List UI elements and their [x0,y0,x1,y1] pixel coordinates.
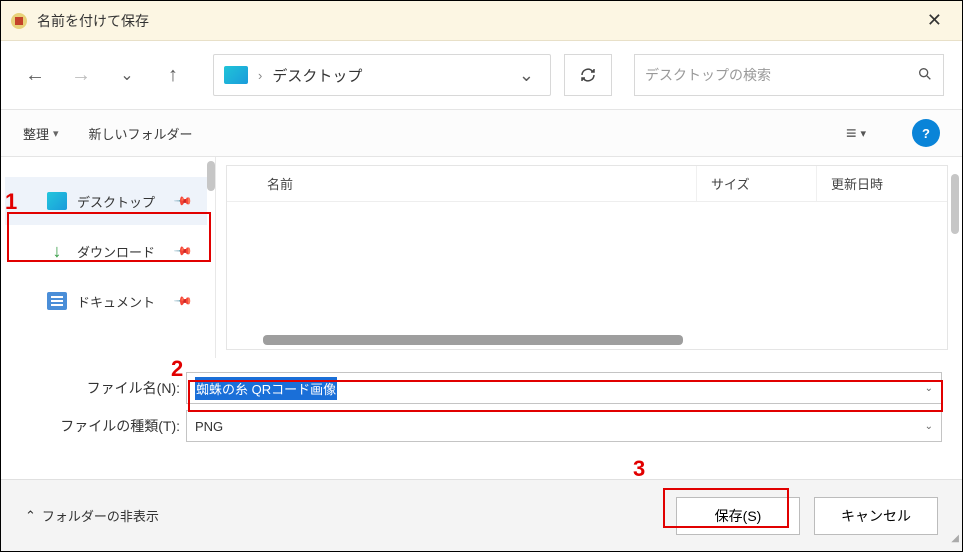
filetype-value: PNG [195,419,223,434]
main-area: デスクトップ 📌 ↓ ダウンロード 📌 ドキュメント 📌 名前 サイズ 更新日時 [1,157,962,358]
breadcrumb-location: デスクトップ [272,65,362,86]
column-name[interactable]: 名前 [227,166,697,201]
filetype-row: ファイルの種類(T): PNG ⌄ [21,410,942,442]
breadcrumb-separator: › [258,68,262,83]
new-folder-button[interactable]: 新しいフォルダー [89,124,193,143]
filelist-v-scrollbar[interactable] [951,174,959,234]
sidebar-item-label: ドキュメント [77,292,155,311]
filename-row: ファイル名(N): 蜘蛛の糸 QRコード画像 ⌄ [21,372,942,404]
breadcrumb-dropdown-icon[interactable]: ⌄ [513,65,540,86]
new-folder-label: 新しいフォルダー [89,124,193,143]
organize-button[interactable]: 整理 ▾ [23,124,59,143]
location-icon [224,66,248,84]
filename-label: ファイル名(N): [21,378,186,398]
hide-folders-button[interactable]: ⌃ フォルダーの非表示 [25,506,159,525]
download-icon: ↓ [47,242,67,260]
refresh-button[interactable] [564,54,612,96]
sidebar: デスクトップ 📌 ↓ ダウンロード 📌 ドキュメント 📌 [1,157,216,358]
pin-icon: 📌 [173,291,193,311]
organize-label: 整理 [23,124,49,143]
search-input[interactable] [645,67,917,83]
up-button[interactable]: ↑ [157,59,189,91]
column-date[interactable]: 更新日時 [817,166,947,201]
document-icon [47,292,67,310]
recent-button[interactable]: ⌄ [111,59,143,91]
help-button[interactable]: ? [912,119,940,147]
save-button[interactable]: 保存(S) [676,497,800,535]
resize-grabber[interactable]: ◢ [947,536,959,548]
search-box[interactable] [634,54,944,96]
chevron-down-icon: ▾ [53,127,59,140]
sidebar-item-downloads[interactable]: ↓ ダウンロード 📌 [5,227,207,275]
filetype-label: ファイルの種類(T): [21,416,186,436]
back-button[interactable]: ← [19,59,51,91]
filename-input[interactable]: 蜘蛛の糸 QRコード画像 ⌄ [186,372,942,404]
titlebar: 名前を付けて保存 ✕ [1,1,962,41]
search-icon[interactable] [917,66,933,85]
filetype-input[interactable]: PNG ⌄ [186,410,942,442]
breadcrumb[interactable]: › デスクトップ ⌄ [213,54,551,96]
footer: ⌃ フォルダーの非表示 保存(S) キャンセル ◢ [1,479,962,551]
app-icon [9,11,29,31]
hide-folders-label: フォルダーの非表示 [42,506,159,525]
file-list-header: 名前 サイズ 更新日時 [227,166,947,202]
close-icon[interactable]: ✕ [915,4,954,37]
sidebar-item-label: ダウンロード [77,242,155,261]
pin-icon: 📌 [173,191,193,211]
desktop-icon [47,192,67,210]
cancel-button[interactable]: キャンセル [814,497,938,535]
chevron-down-icon[interactable]: ⌄ [925,383,933,394]
window-title: 名前を付けて保存 [37,11,915,31]
pin-icon: 📌 [173,241,193,261]
filename-value: 蜘蛛の糸 QRコード画像 [195,377,337,400]
sidebar-scrollbar[interactable] [207,161,215,191]
forward-button[interactable]: → [65,59,97,91]
view-button[interactable]: ≡▾ [846,123,866,144]
sidebar-item-label: デスクトップ [77,192,155,211]
nav-row: ← → ⌄ ↑ › デスクトップ ⌄ [1,41,962,109]
chevron-up-icon: ⌃ [25,508,36,524]
column-size[interactable]: サイズ [697,166,817,201]
toolbar: 整理 ▾ 新しいフォルダー ≡▾ ? [1,109,962,157]
chevron-down-icon[interactable]: ⌄ [925,421,933,432]
file-list[interactable]: 名前 サイズ 更新日時 [226,165,948,350]
sidebar-item-desktop[interactable]: デスクトップ 📌 [5,177,207,225]
fields: ファイル名(N): 蜘蛛の糸 QRコード画像 ⌄ ファイルの種類(T): PNG… [1,358,962,452]
filelist-h-scrollbar[interactable] [263,335,683,345]
sidebar-item-documents[interactable]: ドキュメント 📌 [5,277,207,325]
